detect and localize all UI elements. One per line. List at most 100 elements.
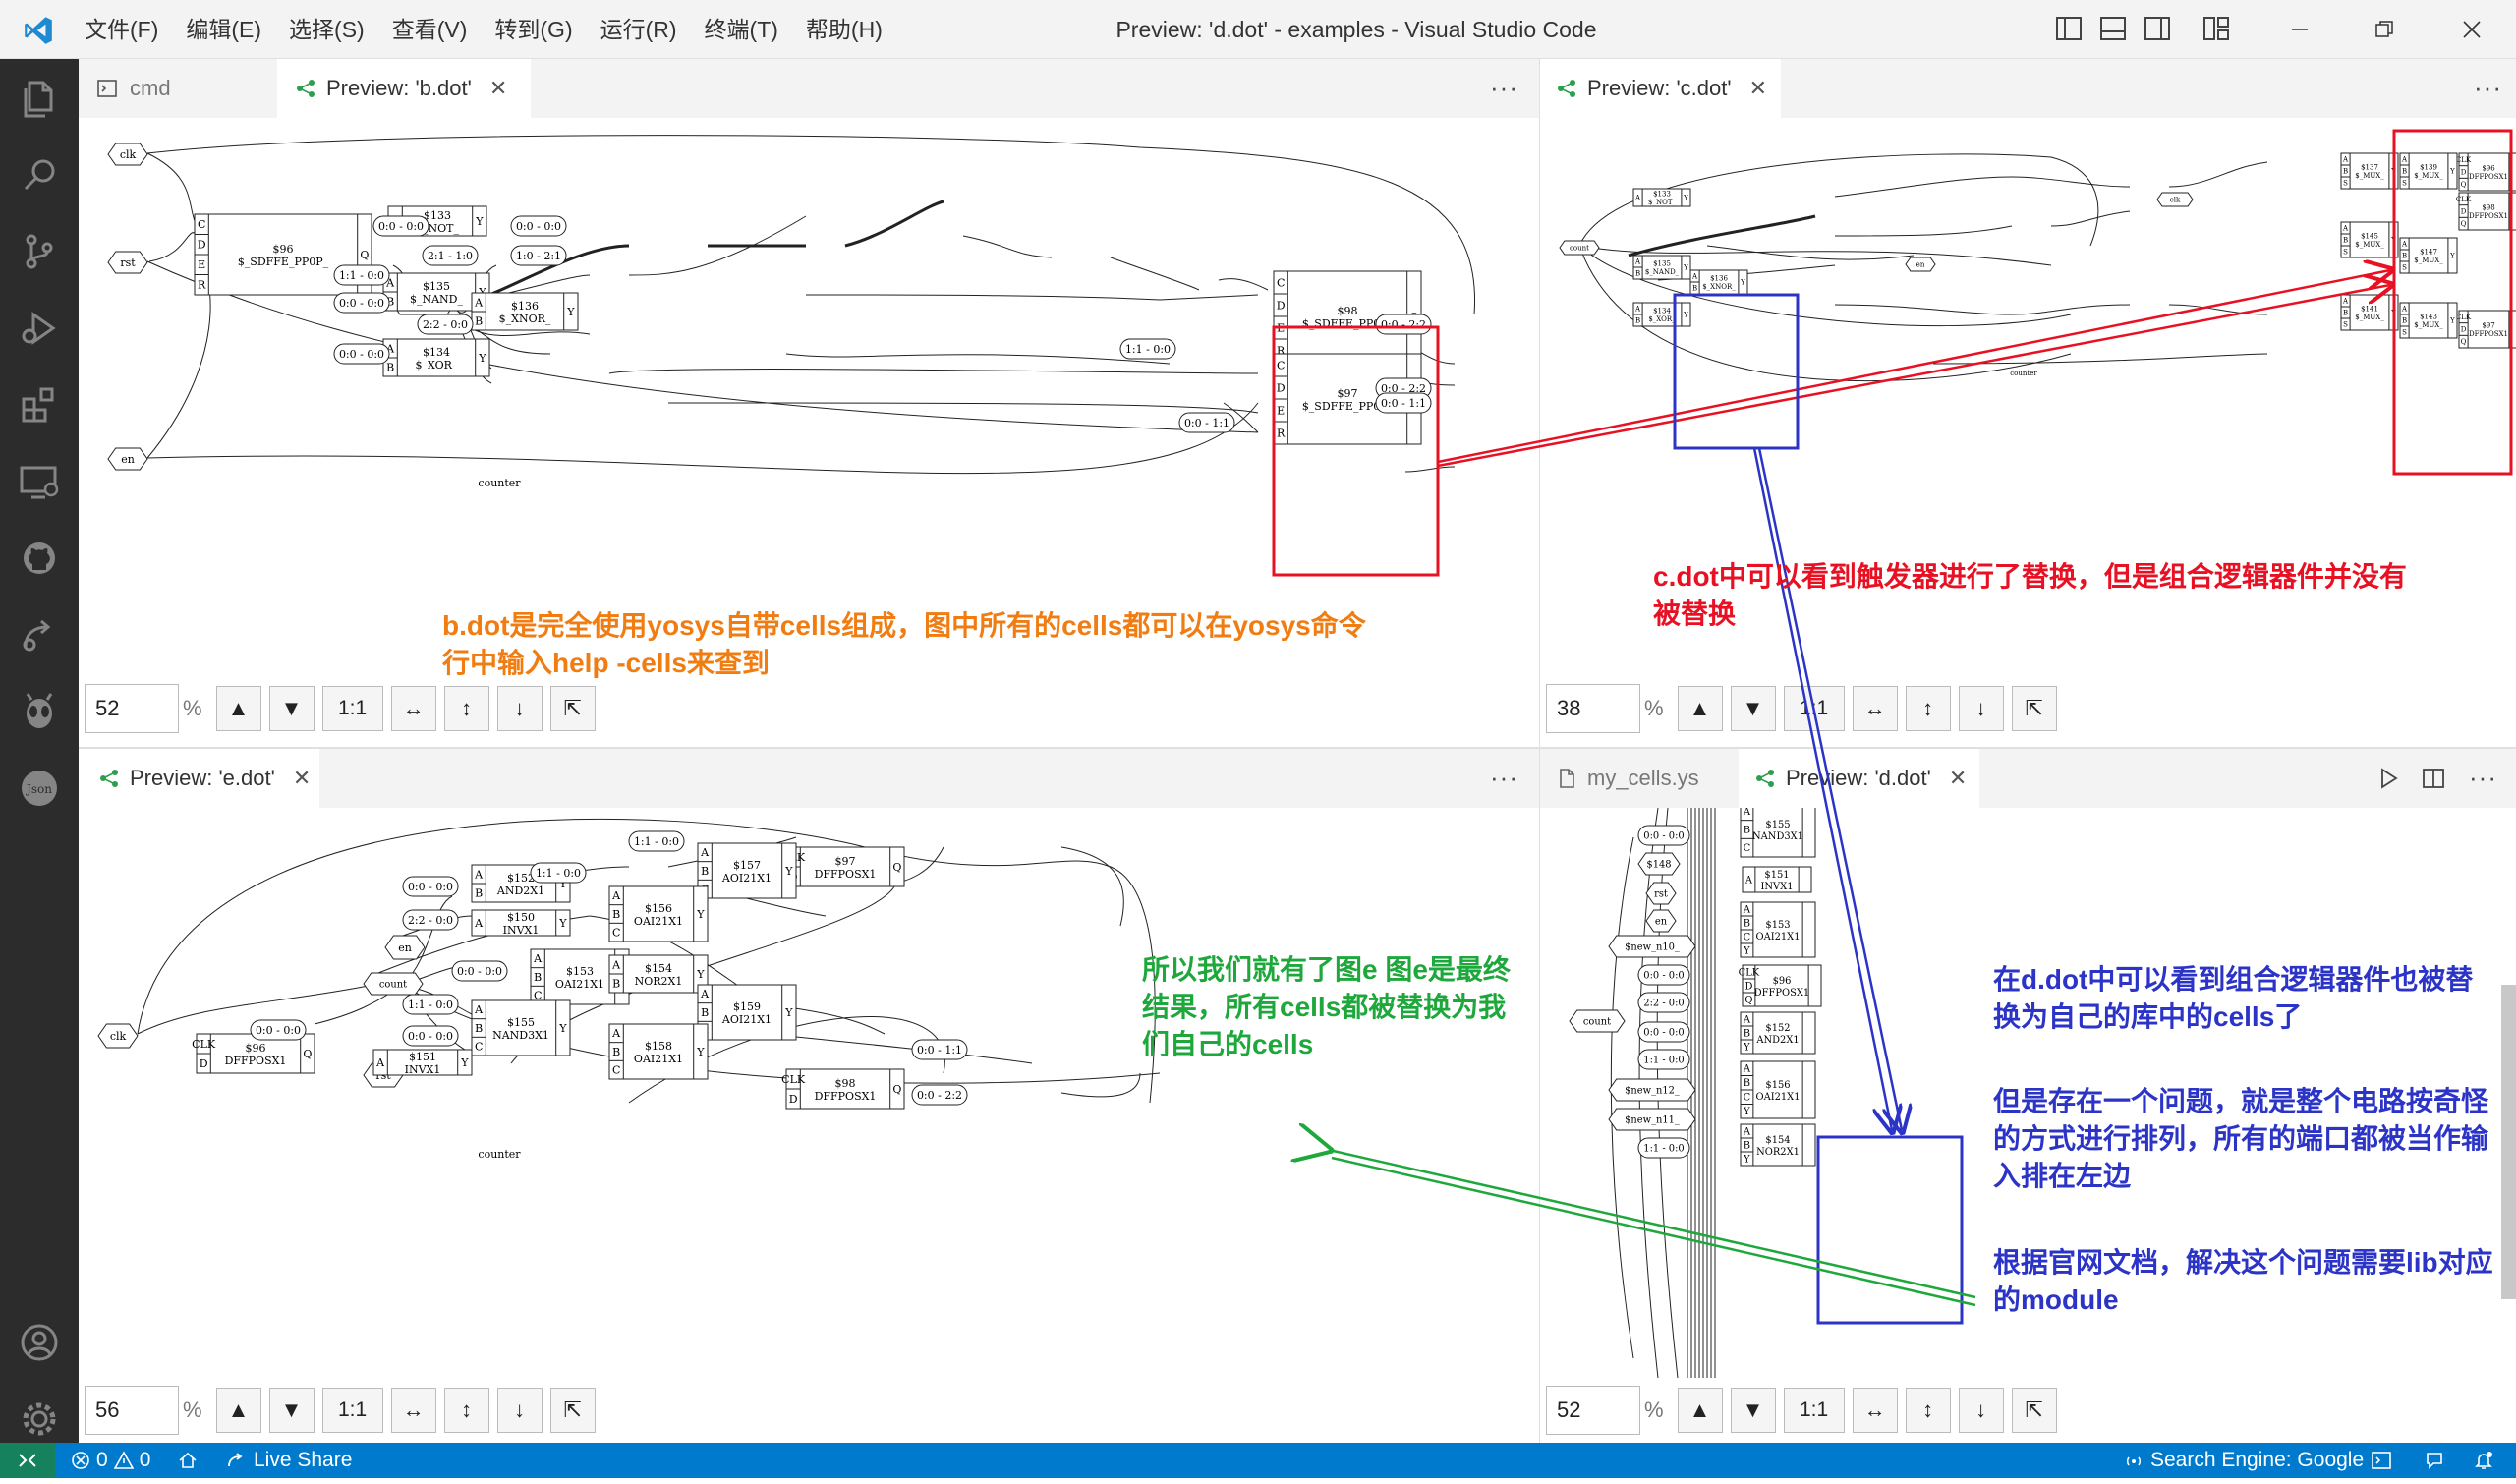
fit-height-button[interactable]: ↕ xyxy=(1905,1388,1951,1433)
zoom-input[interactable]: 38 xyxy=(1546,684,1640,733)
extensions-icon[interactable] xyxy=(16,381,63,428)
zoom-out-button[interactable]: ▼ xyxy=(268,1388,314,1433)
search-icon[interactable] xyxy=(16,151,63,199)
actual-size-button[interactable]: 1:1 xyxy=(1783,1388,1845,1433)
fit-height-button[interactable]: ↕ xyxy=(443,686,489,731)
tab-preview-e[interactable]: Preview: 'e.dot' ✕ xyxy=(79,749,319,808)
reset-view-button[interactable]: ⇱ xyxy=(549,1388,596,1433)
pin-label: A xyxy=(611,1027,621,1040)
zoom-out-button[interactable]: ▼ xyxy=(268,686,314,731)
more-actions-icon[interactable]: ··· xyxy=(2474,73,2502,103)
actual-size-button[interactable]: 1:1 xyxy=(321,686,383,731)
run-debug-icon[interactable] xyxy=(16,305,63,352)
account-icon[interactable] xyxy=(16,1319,63,1366)
fit-width-button[interactable]: ↔ xyxy=(390,686,436,731)
pin-label: B xyxy=(701,1006,709,1019)
cell-id: $97 xyxy=(2482,322,2494,330)
scroll-down-button[interactable]: ↓ xyxy=(1958,686,2004,731)
fit-width-button[interactable]: ↔ xyxy=(1852,1388,1898,1433)
feedback-icon[interactable] xyxy=(2424,1450,2445,1471)
tab-preview-d[interactable]: Preview: 'd.dot' ✕ xyxy=(1739,749,1979,808)
notifications-bell-icon[interactable] xyxy=(2473,1450,2494,1471)
tab-preview-c[interactable]: Preview: 'c.dot' ✕ xyxy=(1540,59,1781,118)
tab-my-cells[interactable]: my_cells.ys xyxy=(1540,749,1737,808)
fit-height-button[interactable]: ↕ xyxy=(443,1388,489,1433)
net-label: 0:0 - 2:2 xyxy=(1381,318,1426,331)
search-engine-indicator[interactable]: Search Engine: Google xyxy=(2123,1443,2364,1478)
close-tab-icon[interactable]: ✕ xyxy=(1749,76,1767,101)
menu-go[interactable]: 转到(G) xyxy=(481,0,586,59)
more-actions-icon[interactable]: ··· xyxy=(2469,763,2497,793)
fit-height-button[interactable]: ↕ xyxy=(1905,686,1951,731)
toggle-panel-icon[interactable] xyxy=(2098,14,2128,43)
zoom-input[interactable]: 56 xyxy=(85,1386,179,1435)
cell-id: $151 xyxy=(1764,870,1789,881)
tab-bar: cmd Preview: 'b.dot' ✕ ··· xyxy=(79,59,1539,118)
close-tab-icon[interactable]: ✕ xyxy=(1949,766,1967,791)
menu-terminal[interactable]: 终端(T) xyxy=(691,0,792,59)
remote-indicator[interactable] xyxy=(0,1443,55,1478)
menu-view[interactable]: 查看(V) xyxy=(378,0,482,59)
zoom-in-button[interactable]: ▲ xyxy=(1677,686,1723,731)
cell-id: $156 xyxy=(1765,1080,1790,1091)
zoom-input[interactable]: 52 xyxy=(85,684,179,733)
menu-help[interactable]: 帮助(H) xyxy=(792,0,896,59)
actual-size-button[interactable]: 1:1 xyxy=(321,1388,383,1433)
minimize-button[interactable] xyxy=(2259,0,2341,59)
menu-edit[interactable]: 编辑(E) xyxy=(172,0,275,59)
more-actions-icon[interactable]: ··· xyxy=(1490,763,1518,793)
zoom-out-button[interactable]: ▼ xyxy=(1730,1388,1776,1433)
home-icon[interactable] xyxy=(177,1450,199,1471)
close-window-button[interactable] xyxy=(2428,0,2516,59)
menu-selection[interactable]: 选择(S) xyxy=(275,0,378,59)
tab-preview-b[interactable]: Preview: 'b.dot' ✕ xyxy=(277,59,531,118)
zoom-in-button[interactable]: ▲ xyxy=(215,686,261,731)
zoom-in-button[interactable]: ▲ xyxy=(215,1388,261,1433)
split-editor-icon[interactable] xyxy=(2421,766,2446,791)
alien-extension-icon[interactable] xyxy=(16,688,63,735)
run-icon[interactable] xyxy=(2375,766,2401,791)
zoom-input[interactable]: 52 xyxy=(1546,1386,1640,1435)
pin-label: A xyxy=(611,958,621,971)
terminal-status-icon[interactable] xyxy=(2371,1450,2392,1471)
fit-width-button[interactable]: ↔ xyxy=(1852,686,1898,731)
reset-view-button[interactable]: ⇱ xyxy=(549,686,596,731)
explorer-icon[interactable] xyxy=(16,75,63,122)
scroll-down-button[interactable]: ↓ xyxy=(1958,1388,2004,1433)
more-actions-icon[interactable]: ··· xyxy=(1490,73,1518,103)
toggle-secondary-sidebar-icon[interactable] xyxy=(2143,14,2172,43)
remote-explorer-icon[interactable] xyxy=(16,458,63,505)
pin-label: A xyxy=(1634,305,1641,313)
customize-layout-icon[interactable] xyxy=(2202,14,2231,43)
close-tab-icon[interactable]: ✕ xyxy=(293,766,311,791)
menu-run[interactable]: 运行(R) xyxy=(587,0,691,59)
reset-view-button[interactable]: ⇱ xyxy=(2011,686,2057,731)
fit-width-button[interactable]: ↔ xyxy=(390,1388,436,1433)
problems-indicator[interactable]: 0 0 xyxy=(71,1443,150,1478)
live-share-icon[interactable] xyxy=(16,611,63,658)
zoom-in-button[interactable]: ▲ xyxy=(1677,1388,1723,1433)
github-icon[interactable] xyxy=(16,535,63,582)
cell-id: $143 xyxy=(2420,314,2437,321)
split-divider-vertical[interactable] xyxy=(1539,59,1540,1443)
cell-id: $97 xyxy=(835,855,856,868)
live-share-button[interactable]: Live Share xyxy=(226,1443,352,1478)
restore-button[interactable] xyxy=(2343,0,2426,59)
pin-label: A xyxy=(1743,904,1751,915)
reset-view-button[interactable]: ⇱ xyxy=(2011,1388,2057,1433)
net-label: 2:2 - 0:0 xyxy=(423,318,468,331)
zoom-out-button[interactable]: ▼ xyxy=(1730,686,1776,731)
split-divider-horizontal[interactable] xyxy=(79,747,2516,749)
tab-cmd[interactable]: cmd xyxy=(79,59,275,118)
close-tab-icon[interactable]: ✕ xyxy=(489,76,507,101)
menu-file[interactable]: 文件(F) xyxy=(71,0,172,59)
toggle-primary-sidebar-icon[interactable] xyxy=(2054,14,2084,43)
scroll-down-button[interactable]: ↓ xyxy=(496,1388,543,1433)
menu-bar: 文件(F) 编辑(E) 选择(S) 查看(V) 转到(G) 运行(R) 终端(T… xyxy=(71,0,896,59)
scroll-down-button[interactable]: ↓ xyxy=(496,686,543,731)
json-icon[interactable]: Json xyxy=(16,765,63,812)
source-control-icon[interactable] xyxy=(16,228,63,275)
settings-gear-icon[interactable] xyxy=(16,1396,63,1443)
actual-size-button[interactable]: 1:1 xyxy=(1783,686,1845,731)
pin-label: A xyxy=(2401,155,2408,163)
